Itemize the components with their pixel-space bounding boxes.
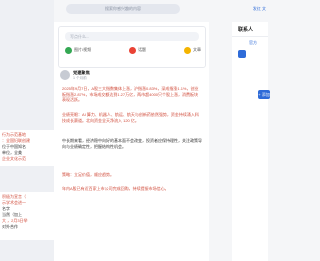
left-line: 名字	[2, 206, 10, 211]
image-icon	[65, 46, 72, 54]
left-line: 当然（加上	[2, 212, 22, 217]
post-author: 党建聚焦 1 个月前	[60, 70, 200, 84]
tool-label: 图片/视频	[74, 47, 92, 52]
left-line: 单位，全美	[2, 150, 22, 155]
left-card-bottom: 积极为宣言（ 示学术会进一 名字 当然（加上 大 ，2月3日举 对外合作	[0, 192, 54, 240]
tool-label: 文章	[193, 47, 201, 52]
top-link[interactable]: 发红 文	[253, 6, 266, 12]
post-paragraph: 策略：立足价值，顺应趋势。	[62, 172, 114, 177]
tab-official[interactable]: 官方	[249, 40, 257, 46]
hashtag-icon	[129, 46, 137, 54]
composer-input[interactable]: 写点什么...	[65, 32, 199, 41]
left-line: 行为示范基地	[2, 132, 26, 137]
tool-topic[interactable]: 话题	[129, 45, 146, 55]
left-line: ：全国妇联创建	[2, 138, 30, 143]
post-composer: 写点什么... 图片/视频 话题 文章	[58, 26, 206, 68]
post-time: 1 个月前	[73, 76, 87, 80]
left-line: 企业文化示范	[2, 156, 26, 161]
composer-tools: 图片/视频 话题 文章	[65, 45, 201, 55]
divider	[232, 36, 268, 37]
contacts-title: 联系人	[238, 27, 254, 33]
official-icon	[238, 50, 246, 58]
left-line: 积极为宣言（	[2, 194, 26, 199]
avatar[interactable]	[60, 70, 70, 80]
left-line: 对外合作	[2, 224, 18, 229]
left-line: 大 ，2月3日举	[2, 218, 28, 223]
post-paragraph: 年内A股已有近百家上市公司完成回购，持续提振市场信心。	[62, 186, 169, 191]
contacts-panel: 联系人 官方 + 添加	[232, 22, 270, 261]
left-card-top: 行为示范基地 ：全国妇联创建 位于中国知名 单位，全美 企业文化示范	[0, 130, 54, 166]
search-input[interactable]: 搜索你感兴趣的内容	[66, 4, 180, 14]
tool-article[interactable]: 文章	[184, 45, 201, 55]
left-line: 位于中国知名	[2, 144, 26, 149]
post-paragraph: 2025年9月7日，A股三大指数集体上涨，沪指涨0.83%，深成指涨1.1%，创…	[62, 86, 199, 103]
left-panel: 行为示范基地 ：全国妇联创建 位于中国知名 单位，全美 企业文化示范 积极为宣言…	[0, 0, 54, 261]
post-paragraph: 业绩亮眼：AI 算力、机器人、航运、航天与创新药依然强势，资金持续涌入科技成长赛…	[62, 112, 199, 123]
tool-label: 话题	[138, 47, 147, 52]
tool-image[interactable]: 图片/视频	[65, 45, 91, 55]
article-icon	[184, 46, 191, 54]
add-contact-button[interactable]: + 添加	[258, 90, 270, 99]
post-paragraph: 中长期来看，经济稳中向好的基本面不会改变，投资者应保持理性，关注政策导向与业绩确…	[62, 138, 202, 149]
left-line: 示学术会进一	[2, 200, 26, 205]
